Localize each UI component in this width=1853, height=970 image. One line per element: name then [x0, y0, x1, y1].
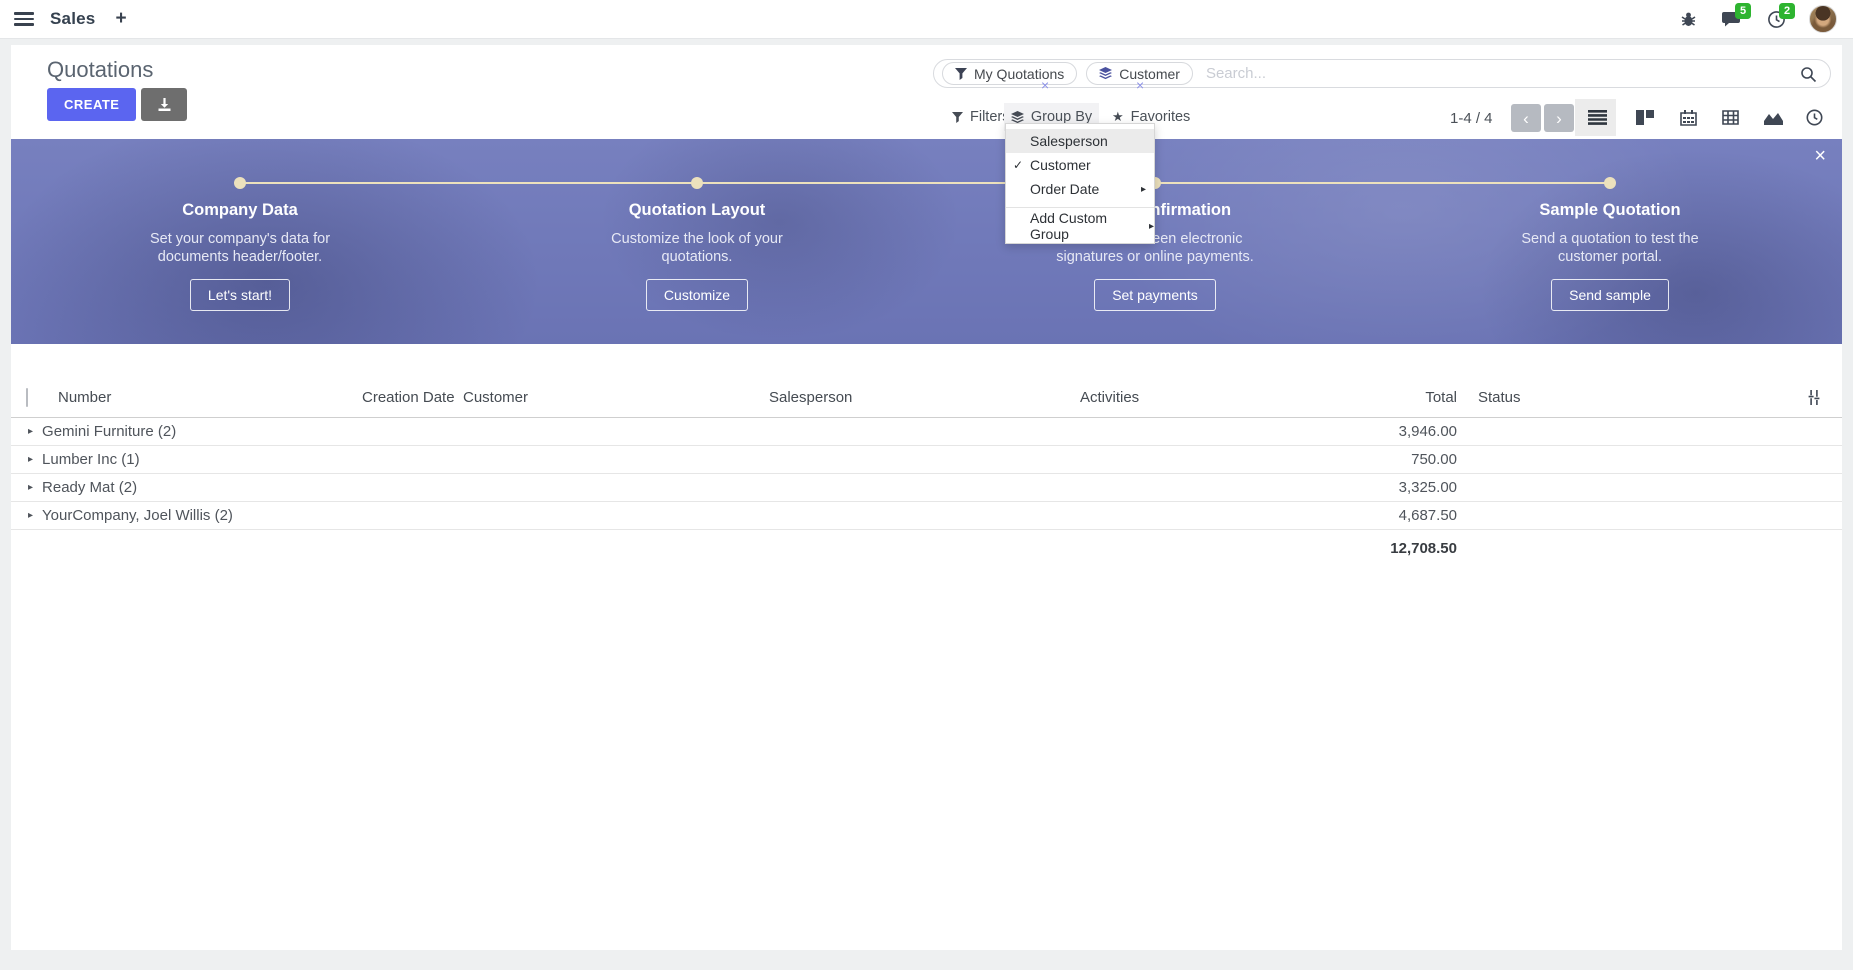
- menu-item-add-custom-group[interactable]: Add Custom Group ▸: [1006, 214, 1154, 238]
- pager-next-button[interactable]: ›: [1544, 104, 1574, 132]
- column-header-status[interactable]: Status: [1457, 389, 1567, 406]
- user-avatar[interactable]: [1809, 5, 1837, 33]
- banner-close-icon[interactable]: ×: [1814, 145, 1826, 168]
- list-view-icon[interactable]: [1586, 108, 1608, 127]
- set-payments-button[interactable]: Set payments: [1094, 279, 1216, 311]
- app-name[interactable]: Sales: [50, 9, 95, 29]
- create-button[interactable]: CREATE: [47, 88, 136, 121]
- pager: 1-4 / 4: [1450, 110, 1493, 127]
- check-icon: ✓: [1013, 158, 1023, 172]
- list-header-row: Number Creation Date Customer Salesperso…: [11, 378, 1842, 418]
- filter-icon: [955, 68, 967, 80]
- facet-remove-icon[interactable]: ×: [1136, 78, 1144, 92]
- optional-columns-icon[interactable]: [1785, 390, 1842, 405]
- layers-icon: [1011, 111, 1024, 124]
- submenu-caret-icon: ▸: [1149, 221, 1154, 232]
- onboarding-step-quotation-layout: Quotation Layout Customize the look of y…: [547, 201, 847, 311]
- group-by-dropdown: Salesperson ✓ Customer Order Date ▸ Add …: [1005, 123, 1155, 244]
- apps-menu-icon[interactable]: [14, 12, 34, 26]
- debug-bug-icon[interactable]: [1677, 8, 1699, 30]
- filter-icon: [952, 112, 963, 123]
- onboarding-banner: × Company Data Set your company's data f…: [11, 139, 1842, 344]
- facet-label: Customer: [1119, 66, 1180, 82]
- onboarding-step-sample-quotation: Sample Quotation Send a quotation to tes…: [1460, 201, 1760, 311]
- column-header-creation-date[interactable]: Creation Date: [362, 389, 463, 406]
- group-row-yourcompany-joel-willis[interactable]: ▸ YourCompany, Joel Willis (2) 4,687.50: [11, 502, 1842, 530]
- timeline-dot: [1604, 177, 1616, 189]
- quotations-list: Number Creation Date Customer Salesperso…: [11, 378, 1842, 566]
- submenu-caret-icon: ▸: [1141, 184, 1146, 195]
- menu-item-customer[interactable]: ✓ Customer: [1006, 153, 1154, 177]
- group-total: 750.00: [1240, 451, 1457, 468]
- facet-my-quotations[interactable]: My Quotations: [942, 62, 1077, 85]
- calendar-view-icon[interactable]: [1677, 108, 1699, 127]
- messages-icon[interactable]: 5: [1721, 8, 1743, 30]
- send-sample-button[interactable]: Send sample: [1551, 279, 1669, 311]
- timeline-dot: [691, 177, 703, 189]
- activity-view-icon[interactable]: [1803, 108, 1825, 127]
- search-input[interactable]: Search...: [1206, 65, 1266, 82]
- new-tab-button[interactable]: +: [111, 8, 130, 30]
- page-title: Quotations: [47, 57, 153, 83]
- activities-badge: 2: [1779, 3, 1795, 19]
- column-header-number[interactable]: Number: [47, 389, 362, 406]
- group-row-ready-mat[interactable]: ▸ Ready Mat (2) 3,325.00: [11, 474, 1842, 502]
- graph-view-icon[interactable]: [1762, 108, 1784, 127]
- expand-caret-icon[interactable]: ▸: [28, 510, 33, 521]
- export-button[interactable]: [141, 88, 187, 121]
- search-icon[interactable]: [1800, 66, 1817, 88]
- onboarding-step-company-data: Company Data Set your company's data for…: [90, 201, 390, 311]
- group-total: 3,946.00: [1240, 423, 1457, 440]
- column-header-customer[interactable]: Customer: [463, 389, 769, 406]
- grand-total-row: 12,708.50: [11, 530, 1842, 566]
- kanban-view-icon[interactable]: [1634, 108, 1656, 127]
- pager-prev-button[interactable]: ‹: [1511, 104, 1541, 132]
- download-icon: [157, 97, 172, 112]
- layers-icon: [1099, 67, 1112, 80]
- search-bar[interactable]: My Quotations Customer Search...: [933, 59, 1831, 88]
- grand-total-value: 12,708.50: [1240, 540, 1457, 557]
- group-total: 3,325.00: [1240, 479, 1457, 496]
- column-header-activities[interactable]: Activities: [1080, 389, 1240, 406]
- group-total: 4,687.50: [1240, 507, 1457, 524]
- menu-separator: [1006, 207, 1154, 208]
- expand-caret-icon[interactable]: ▸: [28, 482, 33, 493]
- expand-caret-icon[interactable]: ▸: [28, 426, 33, 437]
- group-row-gemini-furniture[interactable]: ▸ Gemini Furniture (2) 3,946.00: [11, 418, 1842, 446]
- pivot-view-icon[interactable]: [1719, 108, 1741, 127]
- timeline-dot: [234, 177, 246, 189]
- onboarding-timeline: [240, 182, 1610, 184]
- menu-item-salesperson[interactable]: Salesperson: [1006, 129, 1154, 153]
- top-navbar: Sales + 5 2: [0, 0, 1853, 39]
- group-row-lumber-inc[interactable]: ▸ Lumber Inc (1) 750.00: [11, 446, 1842, 474]
- expand-caret-icon[interactable]: ▸: [28, 454, 33, 465]
- select-all-checkbox[interactable]: [26, 388, 28, 407]
- lets-start-button[interactable]: Let's start!: [190, 279, 290, 311]
- filters-button[interactable]: Filters: [952, 103, 1009, 131]
- column-header-total[interactable]: Total: [1240, 389, 1457, 406]
- column-header-salesperson[interactable]: Salesperson: [769, 389, 1080, 406]
- facet-label: My Quotations: [974, 66, 1064, 82]
- activities-clock-icon[interactable]: 2: [1765, 8, 1787, 30]
- customize-button[interactable]: Customize: [646, 279, 748, 311]
- messages-badge: 5: [1735, 3, 1751, 19]
- facet-remove-icon[interactable]: ×: [1041, 78, 1049, 92]
- menu-item-order-date[interactable]: Order Date ▸: [1006, 177, 1154, 201]
